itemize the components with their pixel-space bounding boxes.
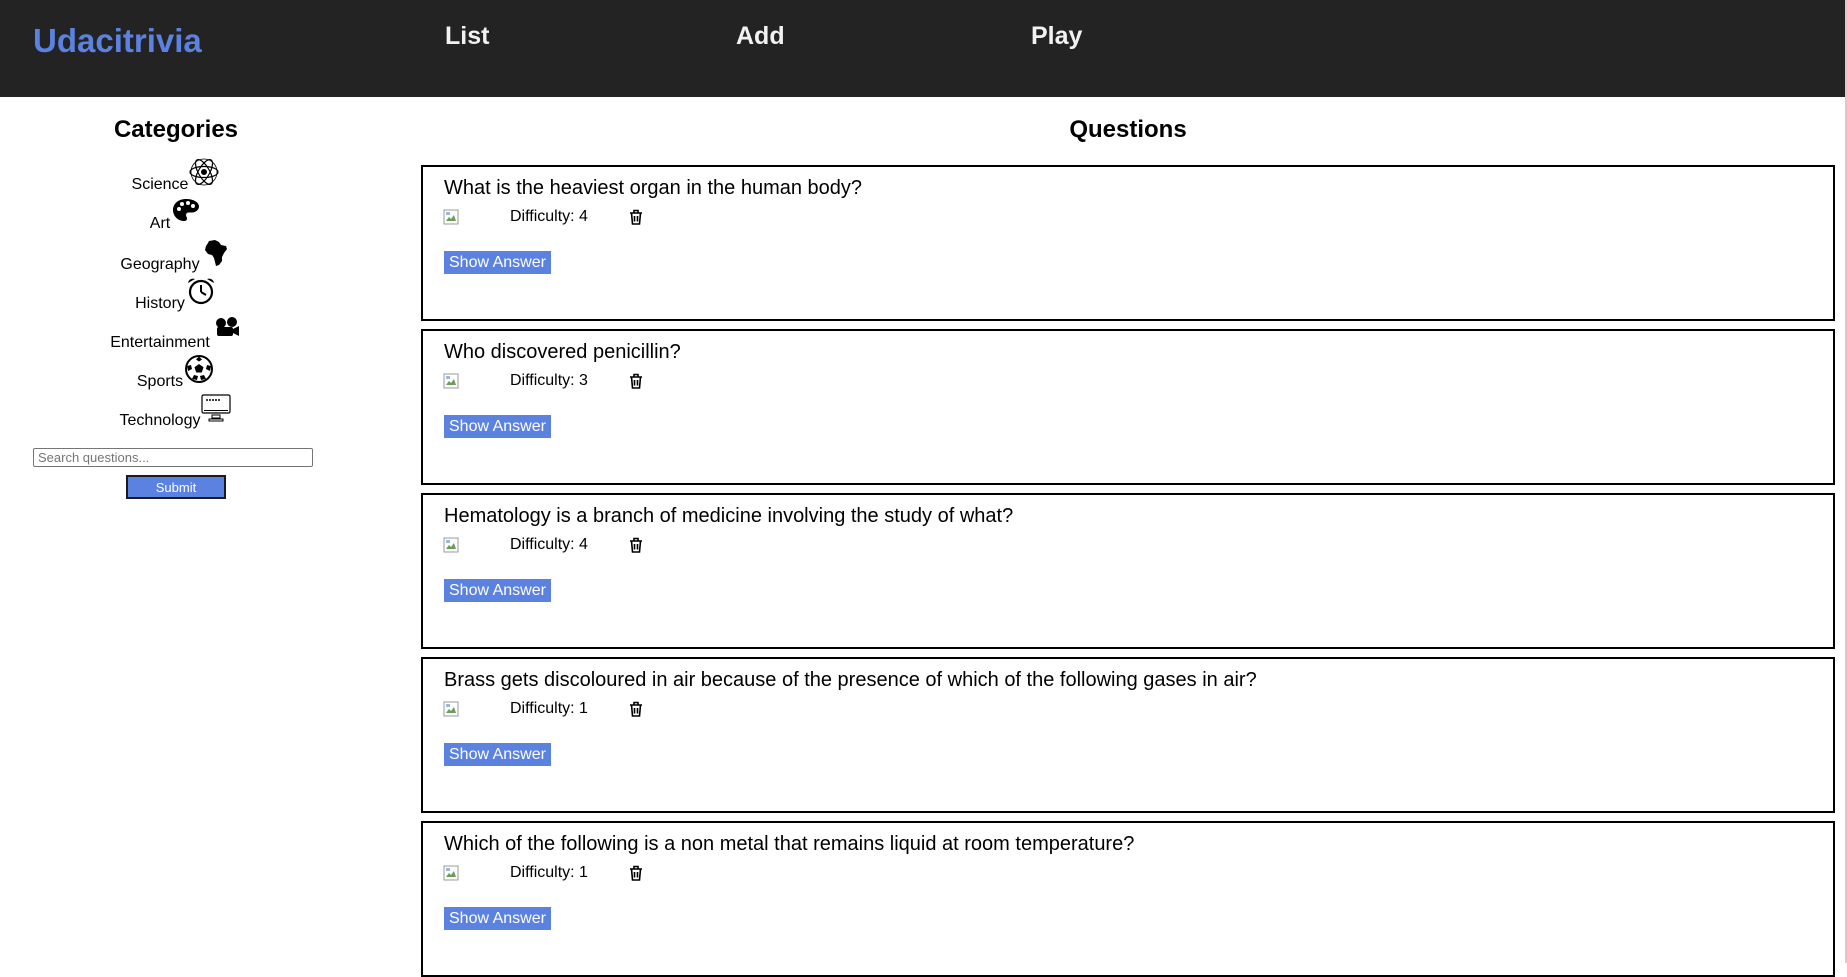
question-card: Who discovered penicillin? Difficulty: 3… xyxy=(421,329,1835,485)
search-input[interactable] xyxy=(33,448,313,467)
category-image-icon xyxy=(443,373,459,389)
nav-play-link[interactable]: Play xyxy=(1031,22,1082,51)
show-answer-button[interactable]: Show Answer xyxy=(444,907,551,930)
film-camera-icon xyxy=(210,314,242,346)
difficulty-label: Difficulty: 1 xyxy=(510,864,588,881)
soccer-ball-icon xyxy=(183,353,215,385)
nav-add-link[interactable]: Add xyxy=(736,22,785,51)
categories-heading: Categories xyxy=(113,116,239,143)
category-geography[interactable]: Geography xyxy=(0,240,352,274)
question-text: Hematology is a branch of medicine invol… xyxy=(444,505,1014,527)
palette-icon xyxy=(170,195,202,227)
delete-trash-icon[interactable] xyxy=(626,371,646,391)
question-card: Brass gets discoloured in air because of… xyxy=(421,657,1835,813)
show-answer-button[interactable]: Show Answer xyxy=(444,743,551,766)
category-label: Geography xyxy=(120,255,200,273)
category-label: Technology xyxy=(119,411,201,429)
show-answer-button[interactable]: Show Answer xyxy=(444,415,551,438)
delete-trash-icon[interactable] xyxy=(626,535,646,555)
category-technology[interactable]: Technology xyxy=(0,394,352,430)
atom-icon xyxy=(188,156,220,188)
question-text: Which of the following is a non metal th… xyxy=(444,833,1135,855)
nav-list-link[interactable]: List xyxy=(445,22,489,51)
category-label: Art xyxy=(149,214,171,232)
category-image-icon xyxy=(443,701,459,717)
delete-trash-icon[interactable] xyxy=(626,699,646,719)
question-card: What is the heaviest organ in the human … xyxy=(421,165,1835,321)
submit-search-button[interactable]: Submit xyxy=(126,475,226,499)
category-label: History xyxy=(135,294,185,312)
question-text: Brass gets discoloured in air because of… xyxy=(444,669,1257,691)
category-sports[interactable]: Sports xyxy=(0,355,352,391)
brand-logo-link[interactable]: Udacitrivia xyxy=(33,22,202,60)
category-label: Science xyxy=(131,175,189,193)
difficulty-label: Difficulty: 4 xyxy=(510,536,588,553)
question-text: Who discovered penicillin? xyxy=(444,341,681,363)
question-card: Which of the following is a non metal th… xyxy=(421,821,1835,977)
delete-trash-icon[interactable] xyxy=(626,207,646,227)
computer-monitor-icon xyxy=(200,392,232,424)
category-art[interactable]: Art xyxy=(0,199,352,233)
difficulty-label: Difficulty: 1 xyxy=(510,700,588,717)
difficulty-label: Difficulty: 4 xyxy=(510,208,588,225)
show-answer-button[interactable]: Show Answer xyxy=(444,579,551,602)
question-card: Hematology is a branch of medicine invol… xyxy=(421,493,1835,649)
question-text: What is the heaviest organ in the human … xyxy=(444,177,863,199)
category-label: Entertainment xyxy=(110,333,210,351)
category-science[interactable]: Science xyxy=(0,158,352,194)
show-answer-button[interactable]: Show Answer xyxy=(444,251,551,274)
category-label: Sports xyxy=(136,372,184,390)
category-image-icon xyxy=(443,865,459,881)
category-image-icon xyxy=(443,209,459,225)
category-entertainment[interactable]: Entertainment xyxy=(0,317,352,352)
navbar: Udacitrivia List Add Play xyxy=(0,0,1845,97)
alarm-clock-icon xyxy=(185,275,217,307)
difficulty-label: Difficulty: 3 xyxy=(510,372,588,389)
category-image-icon xyxy=(443,537,459,553)
delete-trash-icon[interactable] xyxy=(626,863,646,883)
questions-heading: Questions xyxy=(1069,116,1187,143)
category-history[interactable]: History xyxy=(0,278,352,313)
africa-map-icon xyxy=(200,236,232,268)
